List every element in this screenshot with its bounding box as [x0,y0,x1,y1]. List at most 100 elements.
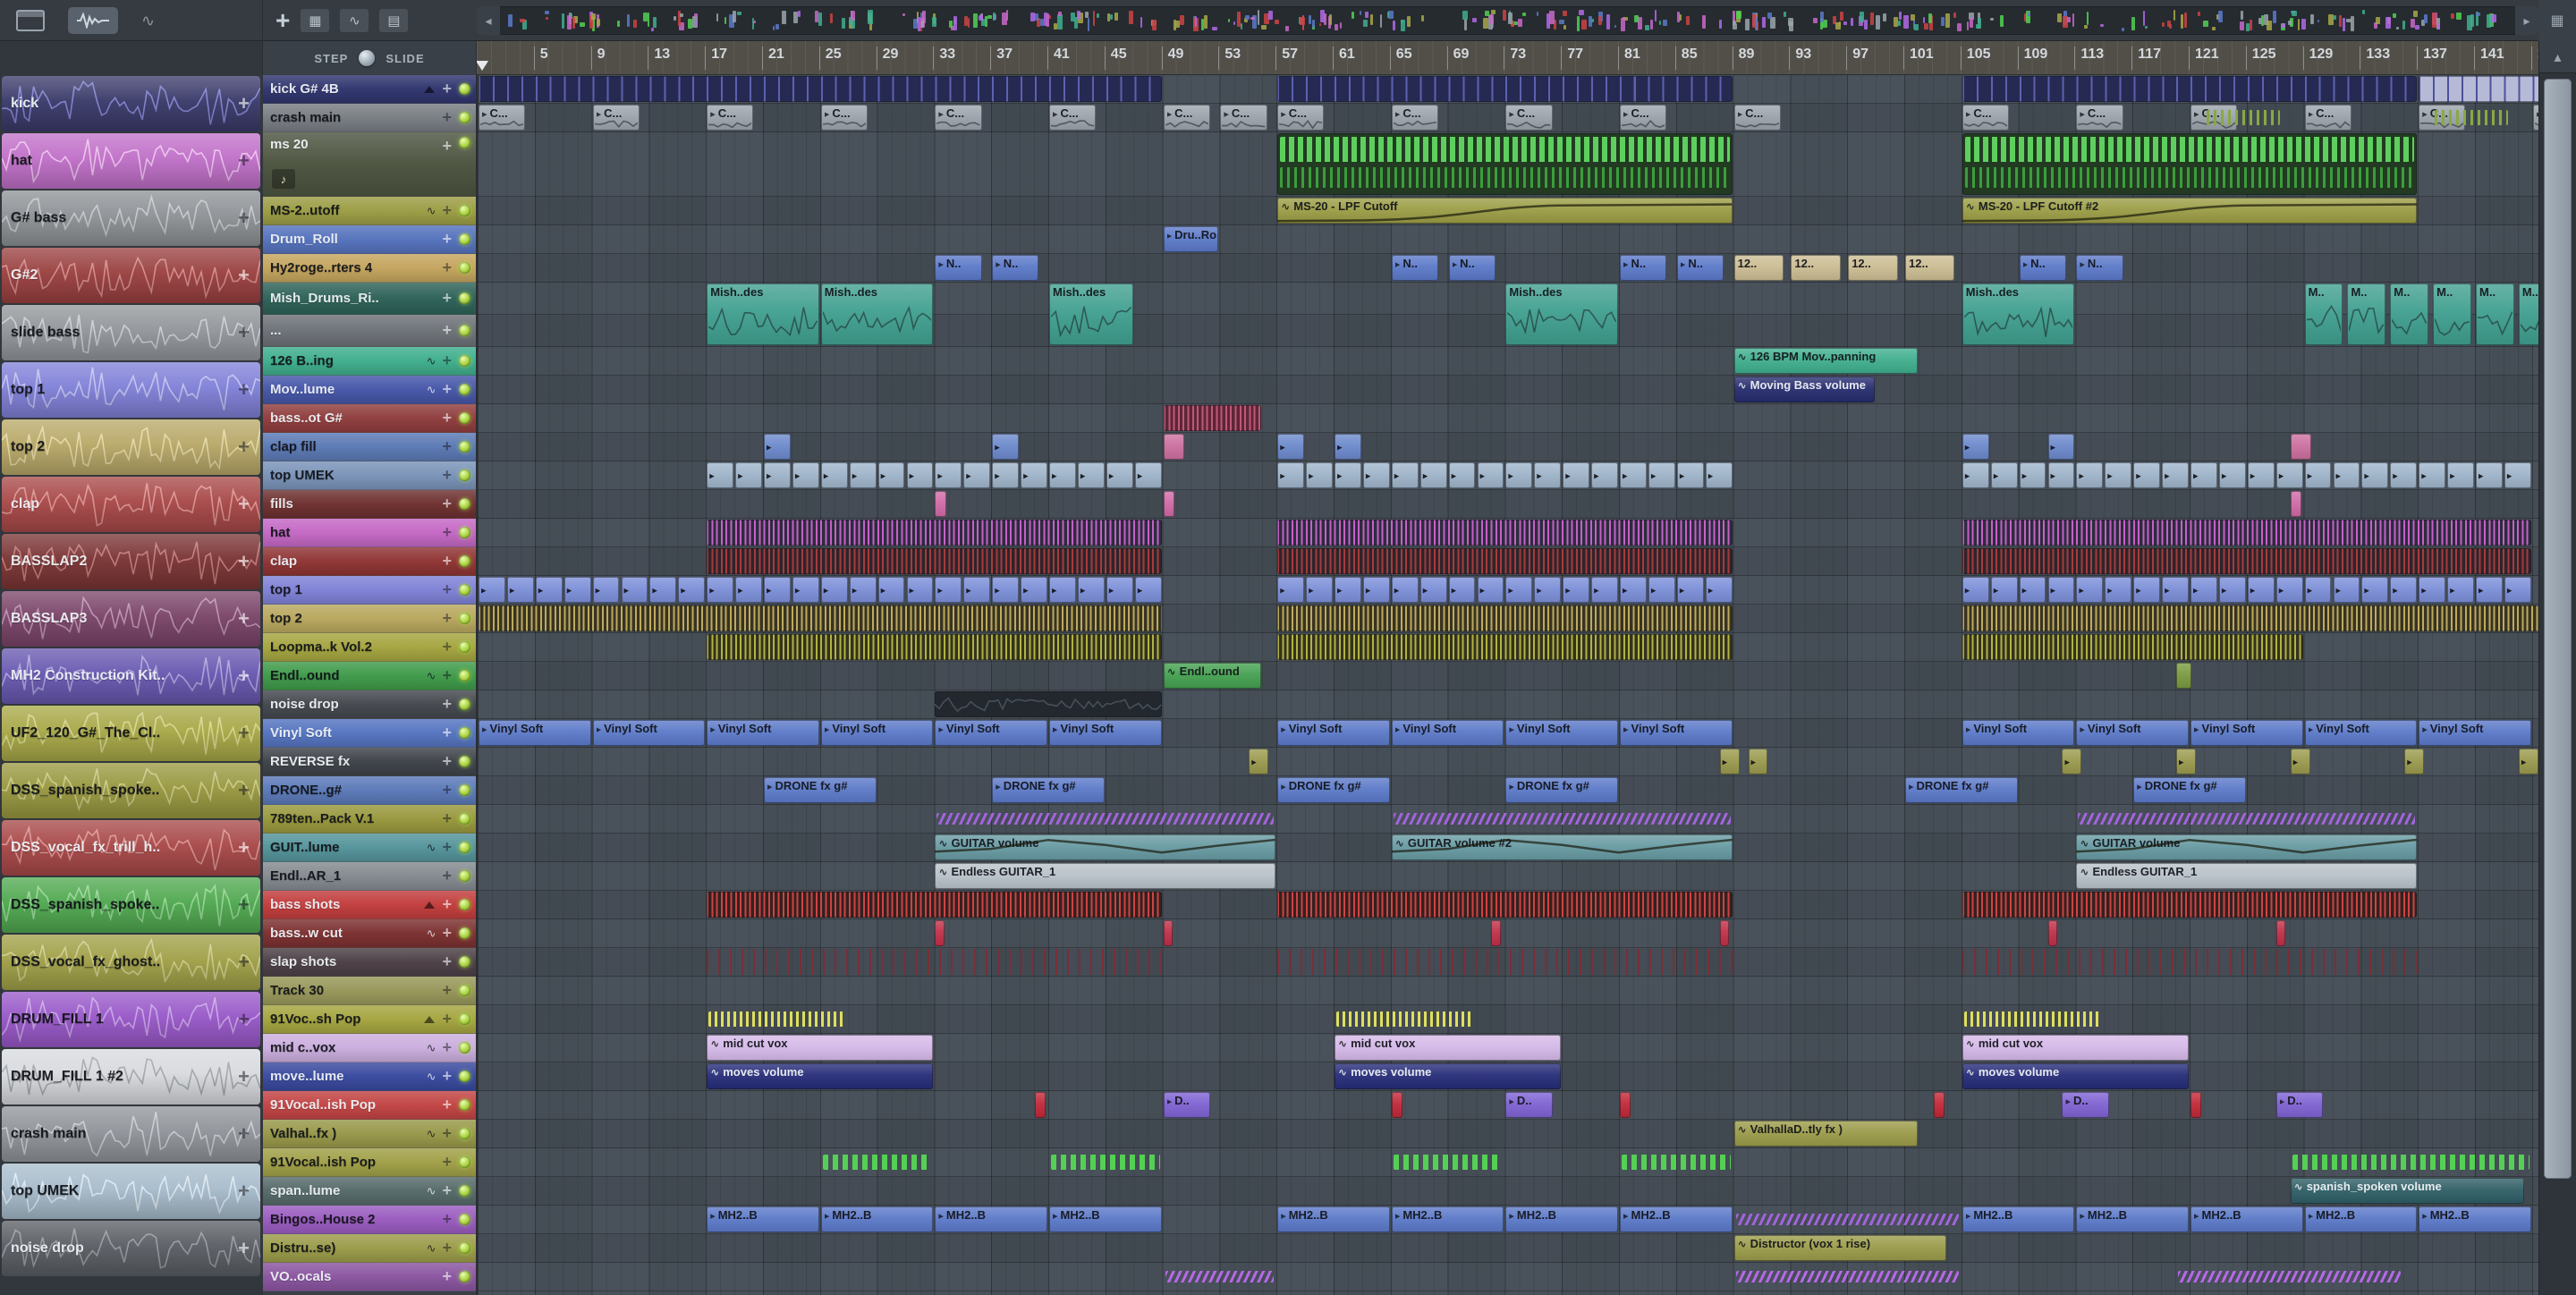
playlist-clip[interactable]: ▸ [2290,749,2310,774]
playlist-clip[interactable]: ▸ MH2..B [1962,1206,2075,1232]
playlist-clip[interactable] [1277,133,1733,195]
playlist-clip[interactable]: ▸ [1335,434,1361,460]
playlist-clip[interactable]: ∿ MS-20 - LPF Cutoff #2 [1962,198,2418,224]
track-header[interactable]: Hy2roge..rters 4 + [263,254,476,283]
mute-led[interactable] [459,1042,470,1054]
playlist-clip[interactable]: ▸ [764,462,791,488]
playlist-clip[interactable]: ▸ [2019,577,2046,603]
playlist-clip[interactable]: ▸ [2447,577,2474,603]
channel-button[interactable]: ♪ [272,169,295,189]
playlist-clip[interactable]: ▸ [479,577,505,603]
playlist-clip[interactable]: ∿ moves volume [1335,1063,1562,1089]
scroll-right-icon[interactable]: ▸ [2515,6,2538,35]
playlist-clip[interactable]: ▸C... [707,105,754,131]
mute-led[interactable] [459,1271,470,1282]
grid-track-lane[interactable] [478,225,2538,254]
playlist-clip[interactable]: ▸ [2247,462,2275,488]
mute-led[interactable] [459,784,470,796]
playlist-clip[interactable]: ▸ [1021,462,1047,488]
pan-cross-icon[interactable]: + [442,495,452,513]
pan-cross-icon[interactable]: + [238,722,260,745]
playlist-clip[interactable]: ▸ Vinyl Soft [1962,720,2075,746]
playlist-clip[interactable]: ▸ [1990,577,2018,603]
mute-led[interactable] [459,1071,470,1082]
scrollbar-top-icon[interactable]: ▴ [2539,41,2576,73]
pan-cross-icon[interactable]: + [238,1180,260,1203]
slide-toggle-knob[interactable] [359,50,376,66]
mute-led[interactable] [459,292,470,304]
playlist-clip[interactable]: ▸C... [1277,105,1325,131]
playlist-clip[interactable]: ▸ [2247,577,2275,603]
playlist-clip[interactable]: ▸ [1249,749,1269,774]
playlist-clip[interactable]: ▸ [735,462,762,488]
pan-cross-icon[interactable]: + [238,550,260,573]
playlist-clip[interactable]: ▸ [2105,577,2132,603]
playlist-clip[interactable]: ▸C... [935,105,982,131]
playlist-clip[interactable]: ▸ N.. [2076,255,2123,281]
playlist-clip[interactable]: ▸ [1335,462,1361,488]
playlist-clip[interactable]: ▸ Vinyl Soft [935,720,1047,746]
pan-cross-icon[interactable]: + [442,1010,452,1028]
playlist-clip[interactable]: ▸ [792,462,819,488]
playlist-clip[interactable]: ▸ D.. [2275,1092,2323,1118]
mute-led[interactable] [459,727,470,739]
sample-item[interactable]: clap + [2,477,260,532]
playlist-clip[interactable] [2205,105,2282,131]
playlist-clip[interactable]: ▸ [1134,577,1162,603]
playlist-clip[interactable]: ▸ Vinyl Soft [479,720,591,746]
playlist-clip[interactable] [707,949,1162,975]
sample-item[interactable]: MH2 Construction Kit.. + [2,648,260,704]
playlist-clip[interactable]: ▸ [735,577,762,603]
pan-cross-icon[interactable]: + [442,380,452,399]
mute-led[interactable] [459,584,470,596]
playlist-clip[interactable]: ▸ Vinyl Soft [2304,720,2418,746]
playlist-clip[interactable]: ∿ GUITAR volume #2 [1391,834,1733,860]
playlist-clip[interactable] [2433,105,2510,131]
playlist-clip[interactable]: ▸ [2476,577,2503,603]
link-icon[interactable]: ∿ [141,12,155,30]
track-header[interactable]: Track 30 + [263,977,476,1005]
playlist-clip[interactable] [707,634,1162,660]
playlist-clip[interactable]: ▸C... [1733,105,1781,131]
playlist-clip[interactable]: ▸ Vinyl Soft [2076,720,2189,746]
mute-led[interactable] [459,985,470,996]
mute-led[interactable] [459,927,470,939]
playlist-clip[interactable]: ▸ [820,577,848,603]
track-header[interactable]: move..lume ∿ + [263,1062,476,1091]
playlist-clip[interactable]: ▸ D.. [1505,1092,1553,1118]
track-header[interactable]: Drum_Roll + [263,225,476,254]
playlist-clip[interactable]: Mish..des [1962,284,2075,345]
playlist-clip[interactable]: ▸ MH2..B [935,1206,1047,1232]
pan-cross-icon[interactable]: + [442,1124,452,1143]
track-header[interactable]: Loopma..k Vol.2 + [263,633,476,662]
track-header[interactable]: kick G# 4B + [263,75,476,104]
playlist-clip[interactable] [1620,1149,1733,1175]
pan-cross-icon[interactable]: + [442,321,452,340]
playlist-clip[interactable]: ▸ [849,462,877,488]
overview-scrollbar[interactable]: ◂ ▸ [477,6,2538,35]
playlist-clip[interactable]: ▸ [1049,462,1076,488]
track-header[interactable]: top 1 + [263,576,476,605]
playlist-clip[interactable]: ▸C... [1220,105,1267,131]
mute-led[interactable] [459,813,470,825]
pan-cross-icon[interactable]: + [442,666,452,685]
playlist-clip[interactable] [1277,892,1733,918]
playlist-clip[interactable]: ▸ [2476,462,2503,488]
pan-cross-icon[interactable]: + [238,607,260,631]
playhead-marker[interactable] [477,61,488,71]
mute-led[interactable] [459,233,470,245]
collapse-arrow-icon[interactable] [424,85,436,93]
pan-cross-icon[interactable]: + [442,1038,452,1057]
playlist-clip[interactable]: ∿ ValhallaD..tly fx ) [1733,1121,1918,1147]
track-header[interactable]: bass..w cut ∿ + [263,919,476,948]
playlist-clip[interactable]: Mish..des [1505,284,1618,345]
playlist-clip[interactable]: ∿ moves volume [707,1063,934,1089]
pan-cross-icon[interactable]: + [442,809,452,828]
playlist-clip[interactable]: ▸ [1306,577,1333,603]
playlist-clip[interactable]: ▸ [2162,577,2189,603]
pan-cross-icon[interactable]: + [442,838,452,857]
playlist-clip[interactable] [1049,1149,1162,1175]
playlist-clip[interactable]: ▸ [1705,462,1733,488]
playlist-clip[interactable] [1719,920,1730,946]
playlist-clip[interactable]: ▸ [2333,462,2360,488]
